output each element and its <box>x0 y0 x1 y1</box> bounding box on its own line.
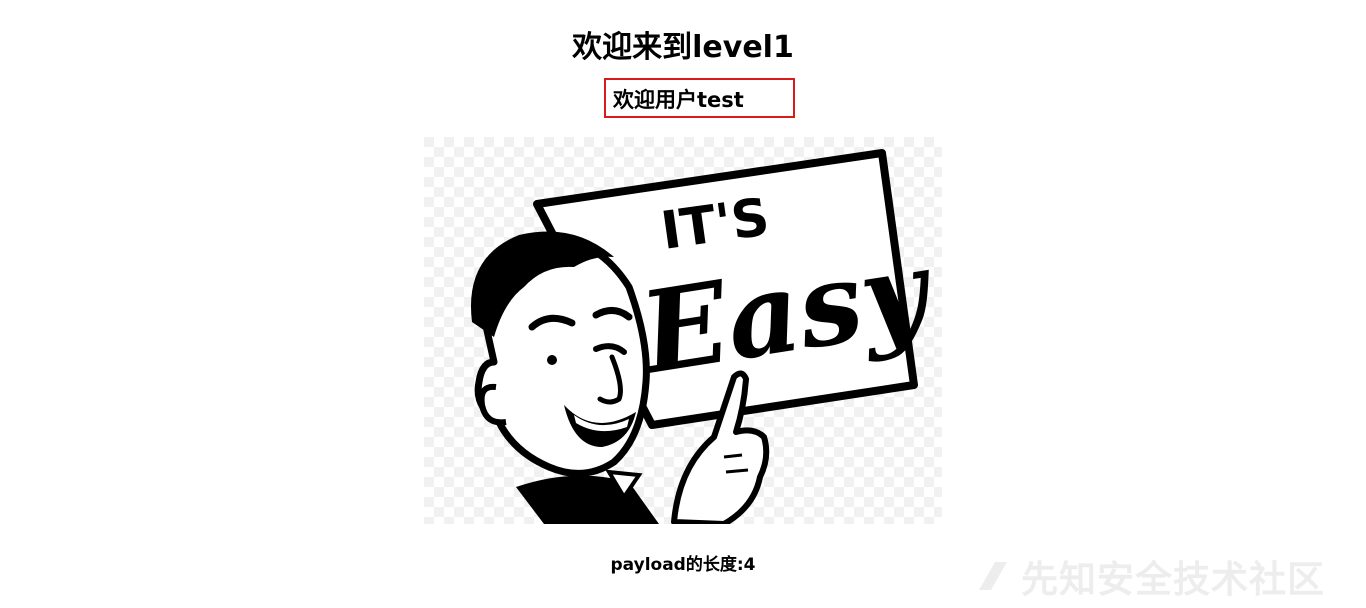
welcome-user-box: 欢迎用户test <box>604 78 795 118</box>
its-easy-illustration: IT'S Easy <box>424 137 943 527</box>
welcome-user-text: 欢迎用户test <box>613 88 744 112</box>
illustration-svg: IT'S Easy <box>424 137 943 527</box>
watermark: 先知安全技术社区 <box>975 552 1325 601</box>
watermark-text: 先知安全技术社区 <box>1021 558 1325 601</box>
xianzhi-logo-icon <box>979 562 1007 590</box>
page-title: 欢迎来到level1 <box>572 30 794 65</box>
left-eye <box>547 355 557 365</box>
